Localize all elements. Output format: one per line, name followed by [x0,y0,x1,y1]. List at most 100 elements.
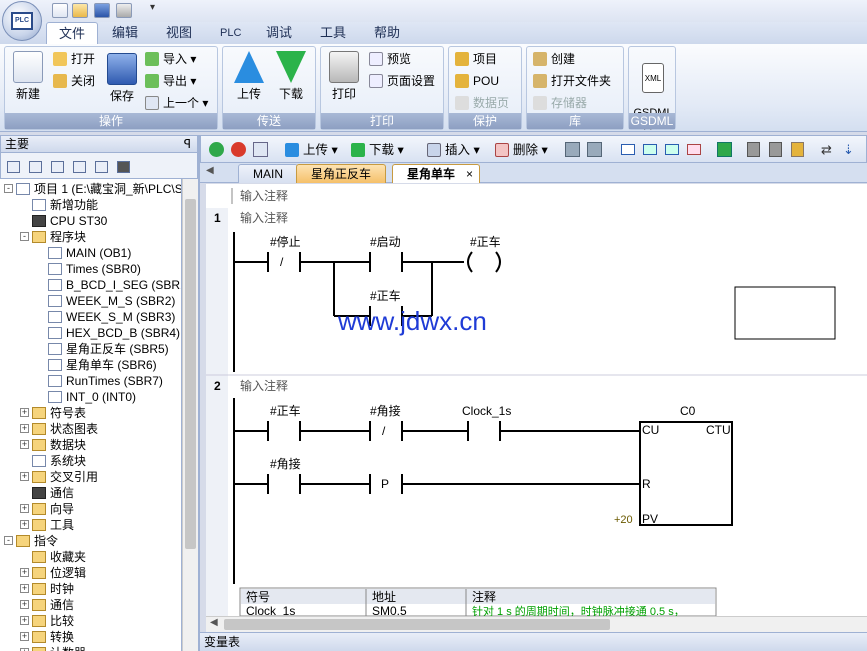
tree-item[interactable]: + 符号表 [0,405,181,421]
expand-icon[interactable]: + [20,424,29,433]
goto-icon[interactable] [717,142,732,157]
expand-icon[interactable]: + [20,472,29,481]
tree-item[interactable]: + 交叉引用 [0,469,181,485]
ladder-editor[interactable]: 输入注释 1 输入注释 / #停止 #启动 #正车 #正车 www.jdwx.c… [206,184,867,616]
tree-item[interactable]: - 项目 1 (E:\藏宝洞_新\PLC\S [0,181,181,197]
expand-icon[interactable]: + [20,504,29,513]
close-button[interactable]: 关闭 [51,71,95,91]
collapse-icon[interactable]: - [4,184,13,193]
expand-icon[interactable]: + [20,584,29,593]
tab-plc[interactable]: PLC [208,22,253,44]
page-icon[interactable] [51,161,64,173]
tree-item[interactable]: + 数据块 [0,437,181,453]
tree-item[interactable]: + 向导 [0,501,181,517]
expand-icon[interactable]: + [20,568,29,577]
list-icon[interactable] [95,161,108,173]
network-icon[interactable] [587,142,602,157]
network-icon[interactable] [565,142,580,157]
application-button[interactable]: PLC [2,1,42,41]
page-icon[interactable] [73,161,86,173]
editor-download-button[interactable]: 下载 ▾ [351,142,404,158]
download-button[interactable]: 下载 [271,51,311,102]
panel-splitter[interactable] [198,135,200,651]
editor-hscroll-thumb[interactable] [224,619,610,630]
new-file-icon[interactable] [52,3,68,18]
tab-debug[interactable]: 调试 [254,22,304,44]
cpu-icon[interactable] [117,161,130,173]
tree-item[interactable]: RunTimes (SBR7) [0,373,181,389]
tree-item[interactable]: HEX_BCD_B (SBR4) [0,325,181,341]
collapse-icon[interactable]: - [4,536,13,545]
tree-item[interactable]: WEEK_M_S (SBR2) [0,293,181,309]
editor-hscrollbar[interactable]: ◀ [206,616,867,632]
tree-item[interactable]: + 时钟 [0,581,181,597]
protect-datablock-button[interactable]: 数据页 [453,93,509,113]
upload-button[interactable]: 上传 [229,51,269,102]
contact-stop-label[interactable]: #停止 [270,234,301,249]
open-button[interactable]: 打开 [51,49,95,69]
compile-icon[interactable] [253,142,268,157]
close-tab-icon[interactable]: × [466,165,473,183]
contact-forward-label[interactable]: #正车 [370,288,401,303]
line-down-icon[interactable]: ⇣ [843,142,857,157]
print-button[interactable]: 打印 [325,51,363,102]
open-folder-button[interactable]: 打开文件夹 [531,71,611,91]
table-icon[interactable] [29,161,42,173]
contact-start-label[interactable]: #启动 [370,235,401,249]
doc-tab-star-delta-reversing[interactable]: 星角正反车 [296,164,387,183]
counter-pv-value[interactable]: +20 [614,514,633,526]
expand-icon[interactable]: + [20,632,29,641]
memory-button[interactable]: 存储器 [531,93,587,113]
unlock-icon[interactable] [791,142,804,157]
run-icon[interactable] [209,142,224,157]
symbol-cell[interactable]: Clock_1s [246,604,295,616]
counter-box[interactable] [639,421,733,526]
tree-item[interactable]: 系统块 [0,453,181,469]
page-setup-button[interactable]: 页面设置 [367,71,435,91]
contact-forward2-label[interactable]: #正车 [270,403,301,418]
insert-button[interactable]: 插入 ▾ [427,142,480,158]
tree-item[interactable]: WEEK_S_M (SBR3) [0,309,181,325]
address-cell[interactable]: SM0.5 [372,604,407,616]
doc-tab-main[interactable]: MAIN [238,164,298,183]
branch-icon[interactable]: ⇄ [821,142,835,157]
tree-item[interactable]: + 工具 [0,517,181,533]
delete-element-icon[interactable] [687,144,701,155]
tab-scroll-left-icon[interactable]: ◀ [206,165,214,176]
variable-table-panel[interactable]: 变量表 [200,632,867,651]
tree-item[interactable]: +计数器 [0,645,181,651]
network-2-comment[interactable]: 输入注释 [240,378,288,393]
previous-button[interactable]: 上一个 ▾ [143,93,208,113]
tree-item[interactable]: - 程序块 [0,229,181,245]
expand-icon[interactable]: + [20,520,29,529]
print-icon[interactable] [116,3,132,18]
tree-item[interactable]: + 比较 [0,613,181,629]
open-folder-icon[interactable] [72,3,88,18]
tree-item[interactable]: + 位逻辑 [0,565,181,581]
tab-edit[interactable]: 编辑 [100,22,150,44]
contact-delta2-label[interactable]: #角接 [270,456,301,471]
new-button[interactable]: 新建 [9,51,47,102]
tree-item[interactable]: 新增功能 [0,197,181,213]
delete-button[interactable]: 删除 ▾ [495,142,548,158]
protect-pou-button[interactable]: POU [453,71,499,91]
contact-clock-label[interactable]: Clock_1s [462,404,511,418]
network-1-comment[interactable]: 输入注释 [240,210,288,225]
pin-icon[interactable]: ꟼ [184,136,191,152]
view-icon[interactable] [7,161,20,173]
preview-button[interactable]: 预览 [367,49,411,69]
tree-item[interactable]: MAIN (OB1) [0,245,181,261]
save-icon[interactable] [94,3,110,18]
lock-icon[interactable] [769,142,782,157]
stop-icon[interactable] [231,142,246,157]
tree-item[interactable]: 通信 [0,485,181,501]
tree-item[interactable]: 星角正反车 (SBR5) [0,341,181,357]
lock-icon[interactable] [747,142,760,157]
counter-name[interactable]: C0 [680,404,696,418]
tab-tools[interactable]: 工具 [308,22,358,44]
expand-icon[interactable]: + [20,616,29,625]
coil-forward-label[interactable]: #正车 [470,234,501,249]
tree-item[interactable]: 收藏夹 [0,549,181,565]
expand-icon[interactable]: + [20,600,29,609]
coil-icon[interactable] [643,144,657,155]
